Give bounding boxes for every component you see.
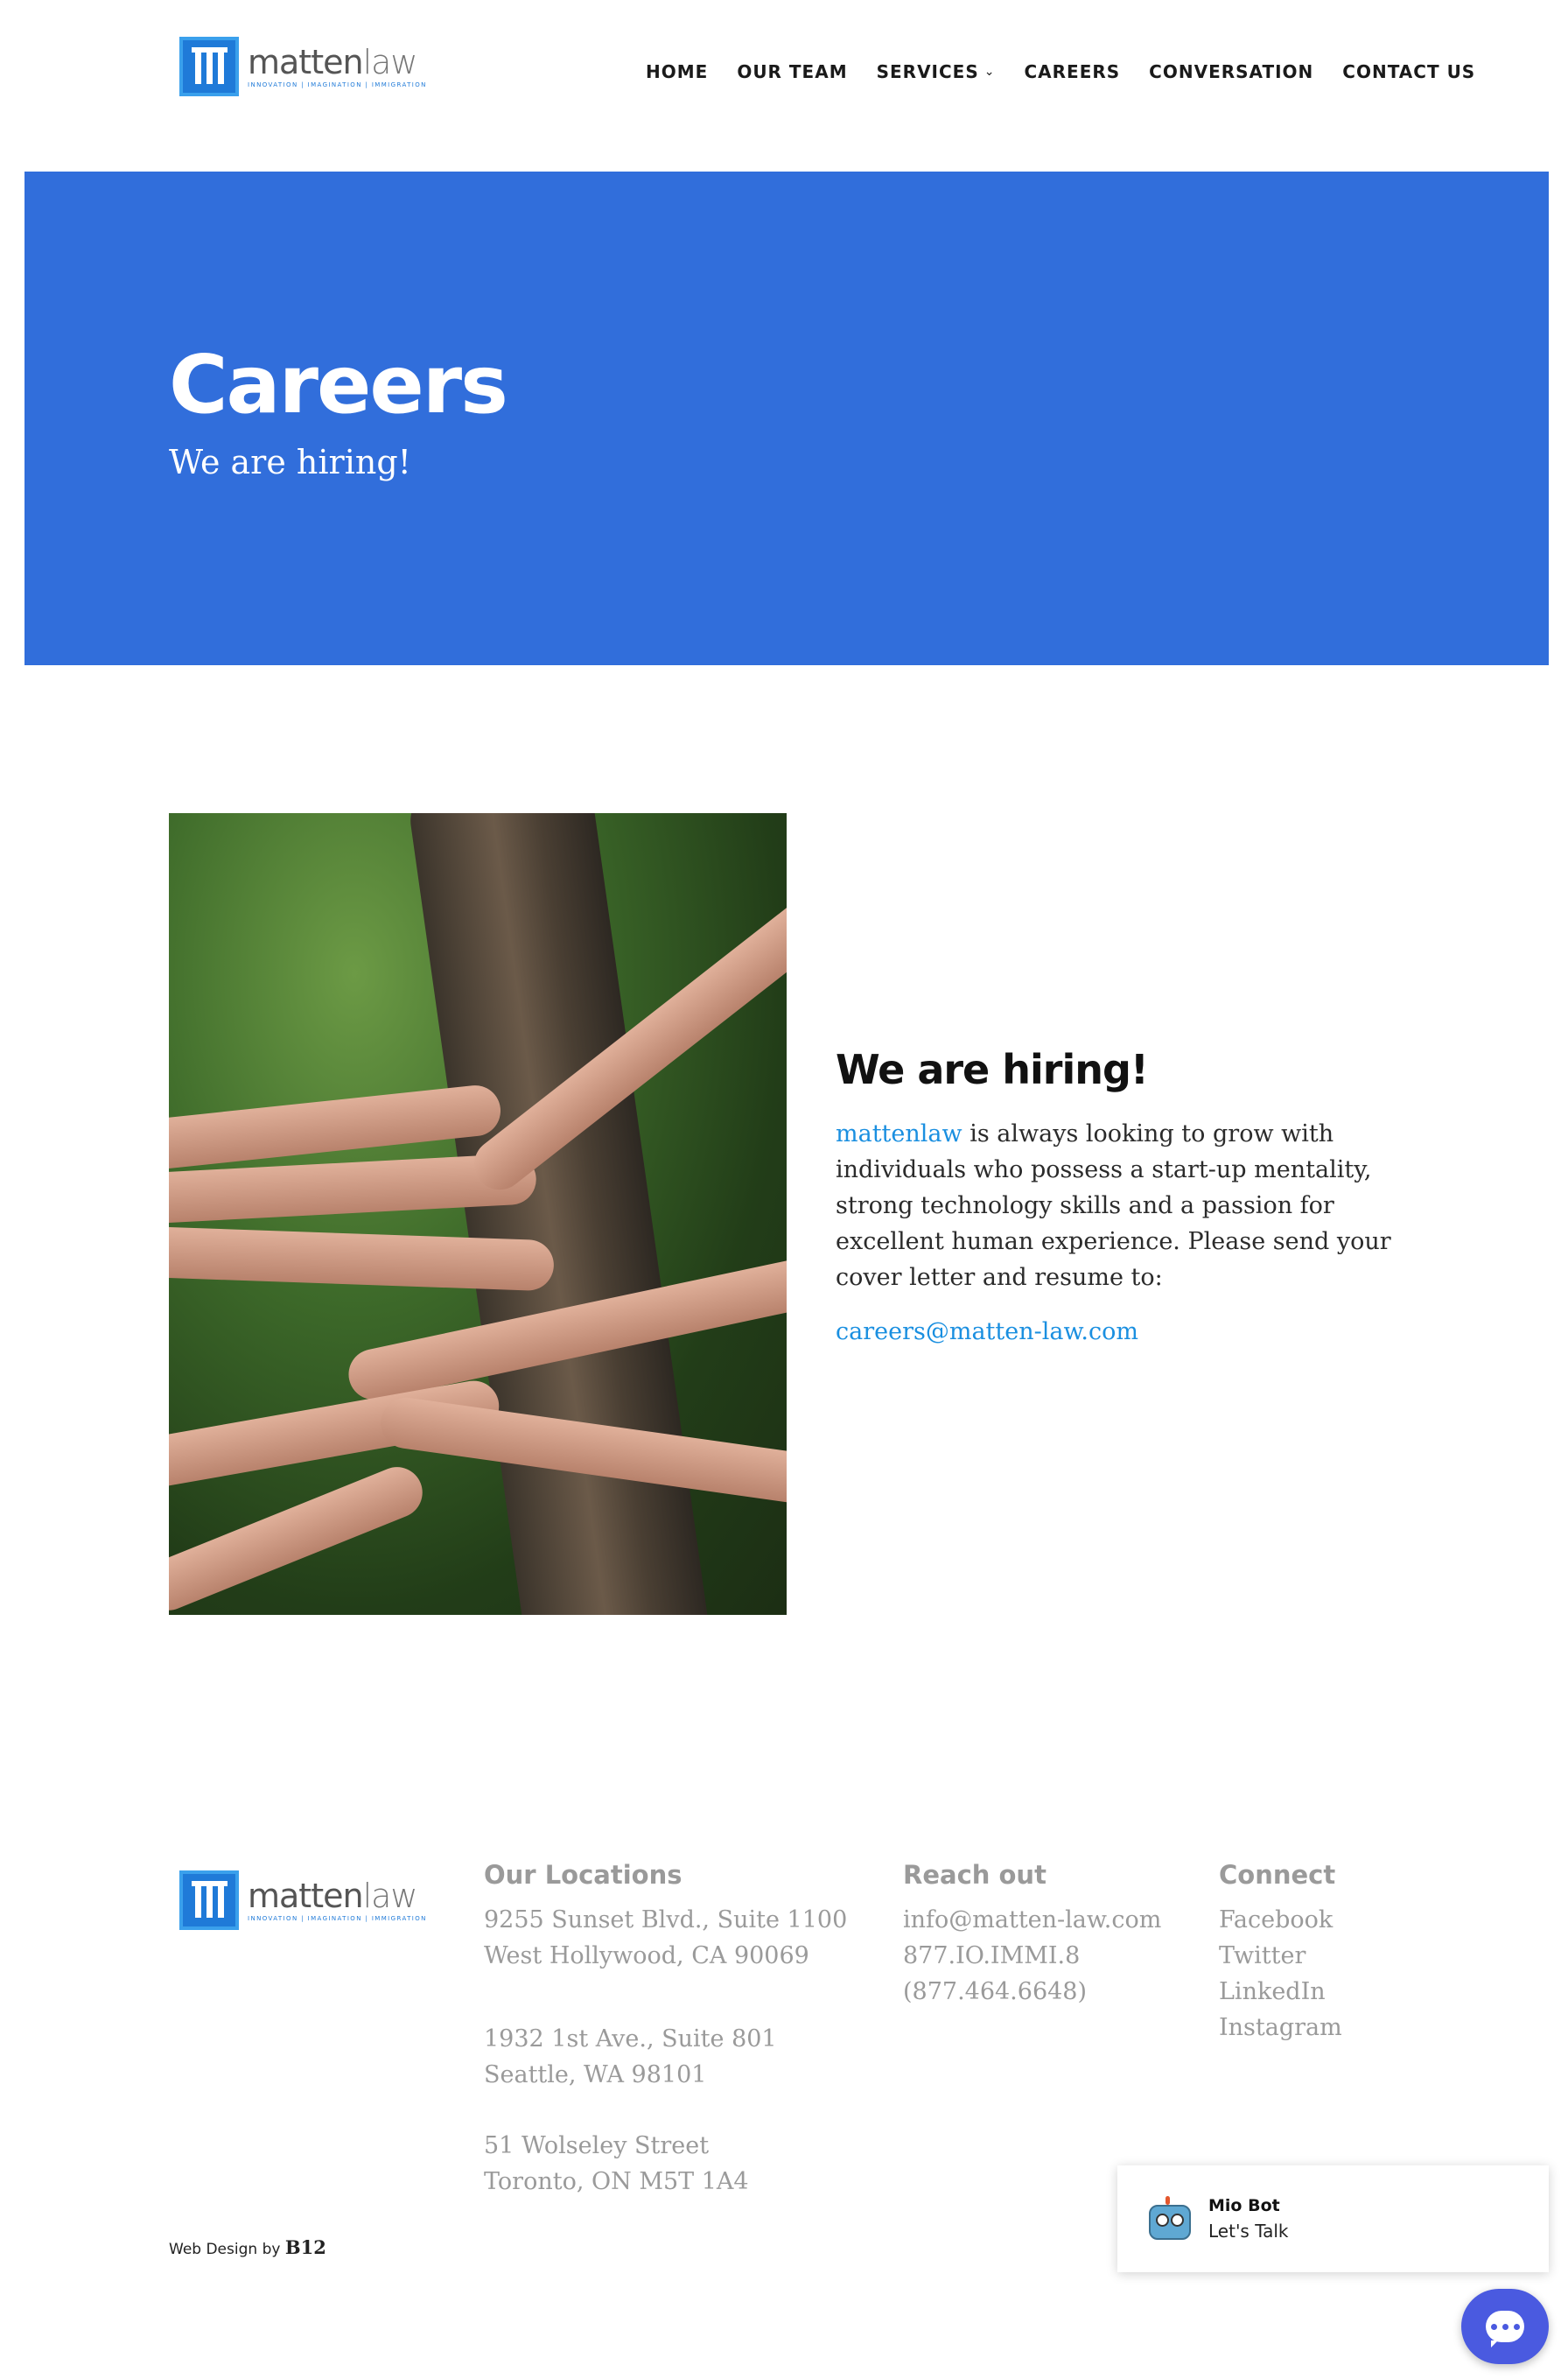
nav-home[interactable]: HOME	[646, 61, 708, 82]
location-toronto-line1: 51 Wolseley Street	[484, 2132, 710, 2159]
credit-prefix: Web Design by	[169, 2241, 285, 2258]
hands-on-tree-photo	[169, 813, 787, 1615]
nav-contact-us[interactable]: CONTACT US	[1342, 61, 1475, 82]
hero-banner: Careers We are hiring!	[24, 172, 1549, 665]
page-title: Careers	[169, 338, 508, 432]
footer-email-link[interactable]: info@matten-law.com	[903, 1902, 1161, 1938]
footer-phone-vanity[interactable]: 877.IO.IMMI.8	[903, 1938, 1161, 1974]
footer-phone-digits: (877.464.6648)	[903, 1978, 1088, 2005]
chevron-down-icon: ⌄	[984, 65, 996, 79]
location-la-line1: 9255 Sunset Blvd., Suite 1100	[484, 1906, 848, 1933]
footer-logo-name-bold: matten	[248, 1876, 364, 1915]
robot-icon	[1145, 2196, 1191, 2242]
hiring-description: mattenlaw is always looking to grow with…	[836, 1116, 1413, 1295]
twitter-link[interactable]: Twitter	[1219, 1938, 1342, 1974]
footer-logo-tagline: INNOVATION | IMAGINATION | IMMIGRATION	[248, 1914, 427, 1922]
logo-mark-icon	[179, 37, 239, 96]
site-logo[interactable]: mattenlaw INNOVATION | IMAGINATION | IMM…	[179, 37, 427, 96]
logo-name-light: law	[362, 42, 418, 81]
linkedin-link[interactable]: LinkedIn	[1219, 1974, 1342, 2010]
locations-heading: Our Locations	[484, 1860, 682, 1890]
nav-our-team[interactable]: OUR TEAM	[737, 61, 847, 82]
footer-reach-out: Reach out info@matten-law.com 877.IO.IMM…	[903, 1860, 1161, 2010]
nav-services-label: SERVICES	[876, 61, 979, 82]
location-seattle-line2: Seattle, WA 98101	[484, 2061, 707, 2088]
location-la-line2: West Hollywood, CA 90069	[484, 1942, 809, 1969]
careers-email-link[interactable]: careers@matten-law.com	[836, 1318, 1138, 1345]
footer-logo[interactable]: mattenlaw INNOVATION | IMAGINATION | IMM…	[179, 1870, 427, 1930]
logo-tagline: INNOVATION | IMAGINATION | IMMIGRATION	[248, 81, 427, 88]
footer-logo-name-light: law	[362, 1876, 418, 1915]
logo-name-bold: matten	[248, 42, 364, 81]
chat-greeting-card[interactable]: Mio Bot Let's Talk	[1117, 2165, 1549, 2272]
facebook-link[interactable]: Facebook	[1219, 1902, 1342, 1938]
main-nav: HOME OUR TEAM SERVICES ⌄ CAREERS CONVERS…	[646, 61, 1475, 82]
reach-heading: Reach out	[903, 1860, 1046, 1890]
location-seattle-line1: 1932 1st Ave., Suite 801	[484, 2025, 777, 2053]
hiring-heading: We are hiring!	[836, 1046, 1149, 1093]
chat-launcher-button[interactable]	[1461, 2289, 1549, 2364]
instagram-link[interactable]: Instagram	[1219, 2010, 1342, 2046]
b12-brand: B12	[284, 2236, 326, 2258]
brand-link[interactable]: mattenlaw	[836, 1120, 962, 1147]
bot-name: Mio Bot	[1208, 2196, 1280, 2215]
bot-message: Let's Talk	[1208, 2221, 1289, 2242]
chat-bubble-icon	[1486, 2311, 1524, 2347]
location-toronto-line2: Toronto, ON M5T 1A4	[484, 2168, 749, 2195]
nav-conversation[interactable]: CONVERSATION	[1149, 61, 1313, 82]
footer-locations: Our Locations 9255 Sunset Blvd., Suite 1…	[484, 1860, 847, 2200]
connect-heading: Connect	[1219, 1860, 1336, 1890]
web-design-credit[interactable]: Web Design by B12	[169, 2236, 326, 2258]
hero-subtitle: We are hiring!	[169, 443, 411, 481]
footer-connect: Connect Facebook Twitter LinkedIn Instag…	[1219, 1860, 1342, 2046]
nav-services[interactable]: SERVICES ⌄	[877, 61, 996, 82]
nav-careers[interactable]: CAREERS	[1024, 61, 1120, 82]
footer-logo-mark-icon	[179, 1870, 239, 1930]
